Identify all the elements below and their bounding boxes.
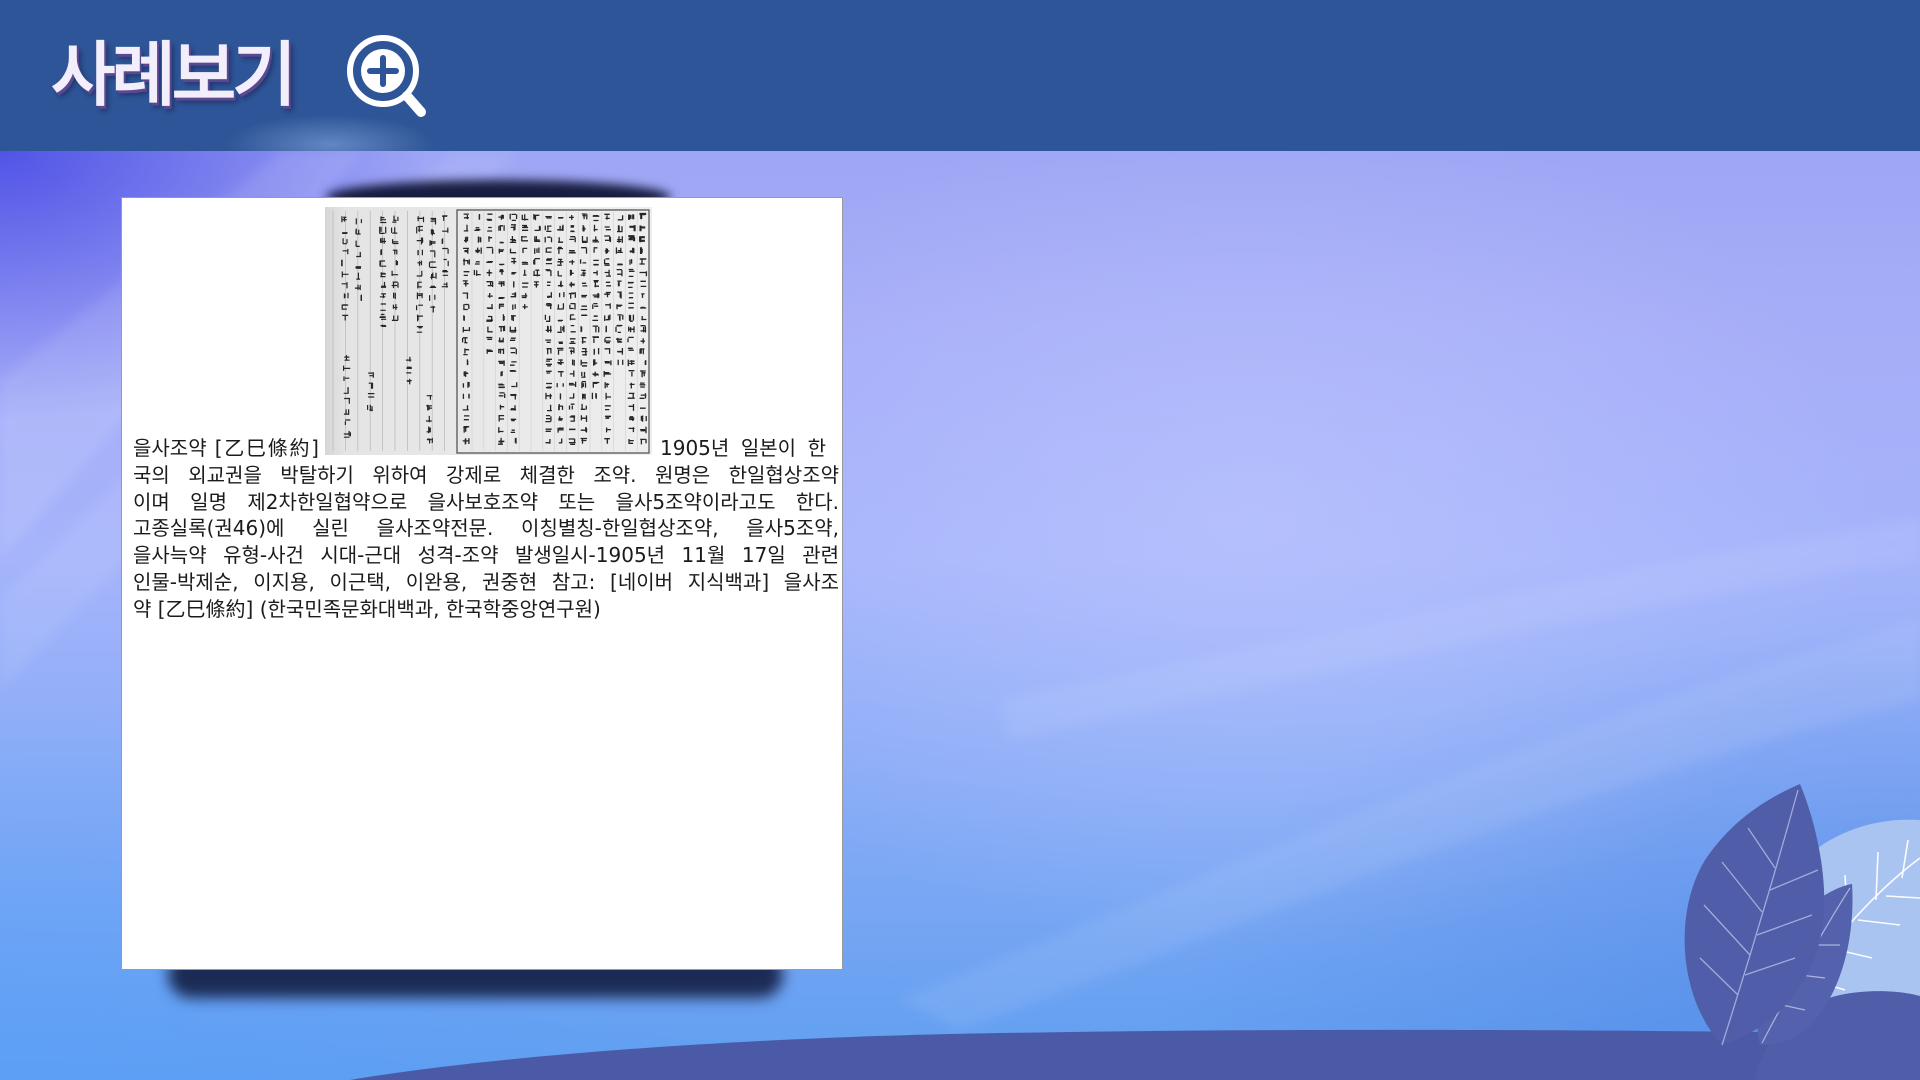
content-card: 을사조약 [乙巳條約] 1905년 일본이 한 국의 외교권을 박탈하기 위하여…: [121, 197, 843, 970]
document-glyph: [639, 247, 643, 254]
description-line-start: 1905년 일본이 한: [660, 436, 826, 460]
description-line: 약 [乙巳條約] (한국민족문화대백과, 한국학중앙연구원): [133, 596, 601, 621]
document-glyph: [486, 260, 493, 263]
document-glyph: [509, 370, 517, 372]
description-text: 을사조약 [乙巳條約] 1905년 일본이 한 국의 외교권을 박탈하기 위하여…: [133, 435, 839, 623]
document-glyph: [558, 341, 563, 345]
document-glyph: [342, 232, 348, 234]
article-title: 을사조약 [乙巳條約]: [133, 436, 319, 460]
zoom-in-icon: [347, 35, 426, 117]
document-glyph: [355, 266, 362, 269]
document-glyph: [502, 314, 505, 321]
document-glyph: [617, 263, 623, 266]
document-glyph: [500, 371, 503, 377]
header-bar: 사례보기: [0, 0, 1920, 151]
document-glyph: [380, 249, 383, 256]
description-line: 인물-박제순, 이지용, 이근택, 이완용, 권중현 참고: [네이버 지식백과…: [133, 569, 839, 594]
page-title: 사례보기: [51, 34, 297, 116]
description-line: 이며 일명 제2차한일협약으로 을사보호조약 또는 을사5조약이라고도 한다.: [133, 489, 839, 514]
description-line: 고종실록(권46)에 실린 을사조약전문. 이칭별칭-한일협상조약, 을사5조약…: [133, 516, 839, 541]
bottom-wave: [350, 1029, 1920, 1080]
description-line: 을사늑약 유형-사건 시대-근대 성격-조약 발생일시-1905년 11월 17…: [133, 543, 839, 568]
document-glyph: [557, 319, 563, 322]
zoom-icon-handle: [402, 91, 426, 117]
description-line: 을사조약 [乙巳條約] 1905년 일본이 한: [133, 435, 839, 462]
document-glyph: [639, 382, 646, 388]
document-glyph: [463, 315, 465, 321]
document-glyph: [580, 326, 583, 333]
document-glyph: [498, 297, 505, 300]
document-glyph: [640, 306, 647, 309]
document-image: [325, 207, 652, 455]
document-glyph: [477, 236, 482, 243]
description-line: 국의 외교권을 박탈하기 위하여 강제로 체결한 조약. 원명은 한일협상조약: [133, 462, 839, 487]
